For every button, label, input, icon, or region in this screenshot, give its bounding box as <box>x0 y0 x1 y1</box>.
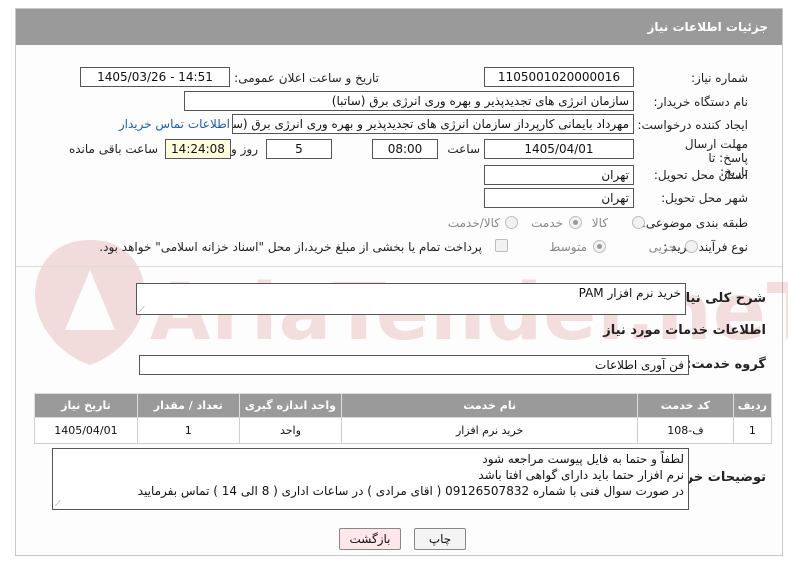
print-button[interactable]: چاپ <box>414 528 466 550</box>
treasury-payment-note: پرداخت تمام یا بخشی از مبلغ خرید،از محل … <box>99 240 482 254</box>
deadline-date-field: 1405/04/01 <box>484 139 634 159</box>
cell-date: 1405/04/01 <box>34 417 138 444</box>
day-label: روز و <box>231 142 258 156</box>
service-group-label: گروه خدمت: <box>686 357 766 372</box>
back-button[interactable]: بازگشت <box>339 528 401 550</box>
col-code-header: کد خدمت <box>637 393 734 418</box>
summary-label: شرح کلی نیاز: <box>672 291 766 306</box>
treasury-payment-checkbox[interactable] <box>495 239 508 252</box>
col-unit-header: واحد اندازه گیری <box>238 393 343 418</box>
province-label: استان محل تحویل: <box>653 168 748 182</box>
cell-unit: واحد <box>238 417 343 444</box>
city-label: شهر محل تحویل: <box>661 191 748 205</box>
service-group-field: فن آوری اطلاعات <box>139 355 689 375</box>
remaining-label: ساعت باقی مانده <box>68 142 158 156</box>
hour-label: ساعت <box>447 142 480 156</box>
buyer-note-line: در صورت سوال فنی با شماره 09126507832 ( … <box>137 484 684 498</box>
services-table: ردیف کد خدمت نام خدمت واحد اندازه گیری ت… <box>34 393 773 444</box>
province-field: تهران <box>484 165 634 185</box>
announce-datetime-field: 1405/03/26 - 14:51 <box>80 67 230 87</box>
cell-row: 1 <box>732 417 773 444</box>
category-goods-radio[interactable] <box>632 216 645 229</box>
process-minor-label: جزیی <box>648 240 676 254</box>
days-field: 5 <box>266 139 332 159</box>
announce-label: تاریخ و ساعت اعلان عمومی: <box>234 71 379 85</box>
remaining-time-field: 14:24:08 <box>165 139 231 159</box>
process-medium-label: متوسط <box>549 240 587 254</box>
category-goods-service-radio[interactable] <box>505 216 518 229</box>
category-service-label: خدمت <box>531 216 563 230</box>
process-medium-radio[interactable] <box>593 240 606 253</box>
process-minor-radio[interactable] <box>685 240 698 253</box>
table-row: 1 ف-108 خرید نرم افزار واحد 1 1405/04/01 <box>34 417 773 444</box>
col-qty-header: تعداد / مقدار <box>136 393 240 418</box>
section-divider <box>16 266 782 267</box>
requester-label: ایجاد کننده درخواست: <box>637 118 748 132</box>
cell-qty: 1 <box>136 417 240 444</box>
buyer-contact-link[interactable]: اطلاعات تماس خریدار <box>119 117 230 131</box>
cell-name: خرید نرم افزار <box>341 417 639 444</box>
category-service-radio[interactable] <box>569 216 582 229</box>
buyer-note-line: نرم افزار حتما باید دارای گواهی افتا باش… <box>478 468 684 482</box>
col-row-header: ردیف <box>732 393 773 418</box>
need-number-label: شماره نیاز: <box>691 71 748 85</box>
category-goods-label: کالا <box>591 216 608 230</box>
cell-code: ف-108 <box>637 417 734 444</box>
services-section-title: اطلاعات خدمات مورد نیاز <box>603 323 766 338</box>
need-number-field: 1105001020000016 <box>484 67 634 87</box>
buyer-org-field: سازمان انرژی های تجدیدپذیر و بهره وری ان… <box>184 91 634 111</box>
col-date-header: تاریخ نیاز <box>34 393 138 418</box>
requester-field: مهرداد بایمانی کارپرداز سازمان انرژی های… <box>232 114 634 134</box>
table-header-row: ردیف کد خدمت نام خدمت واحد اندازه گیری ت… <box>34 393 773 418</box>
col-name-header: نام خدمت <box>341 393 639 418</box>
buyer-note-line: لطفاً و حتما به فایل پیوست مراجعه شود <box>482 452 684 466</box>
panel-header: جزئیات اطلاعات نیاز <box>16 9 782 45</box>
category-goods-service-label: کالا/خدمت <box>447 216 500 230</box>
buyer-org-label: نام دستگاه خریدار: <box>653 95 749 109</box>
city-field: تهران <box>484 188 634 208</box>
category-label: طبقه بندی موضوعی: <box>641 216 748 230</box>
deadline-time-field: 08:00 <box>372 139 438 159</box>
